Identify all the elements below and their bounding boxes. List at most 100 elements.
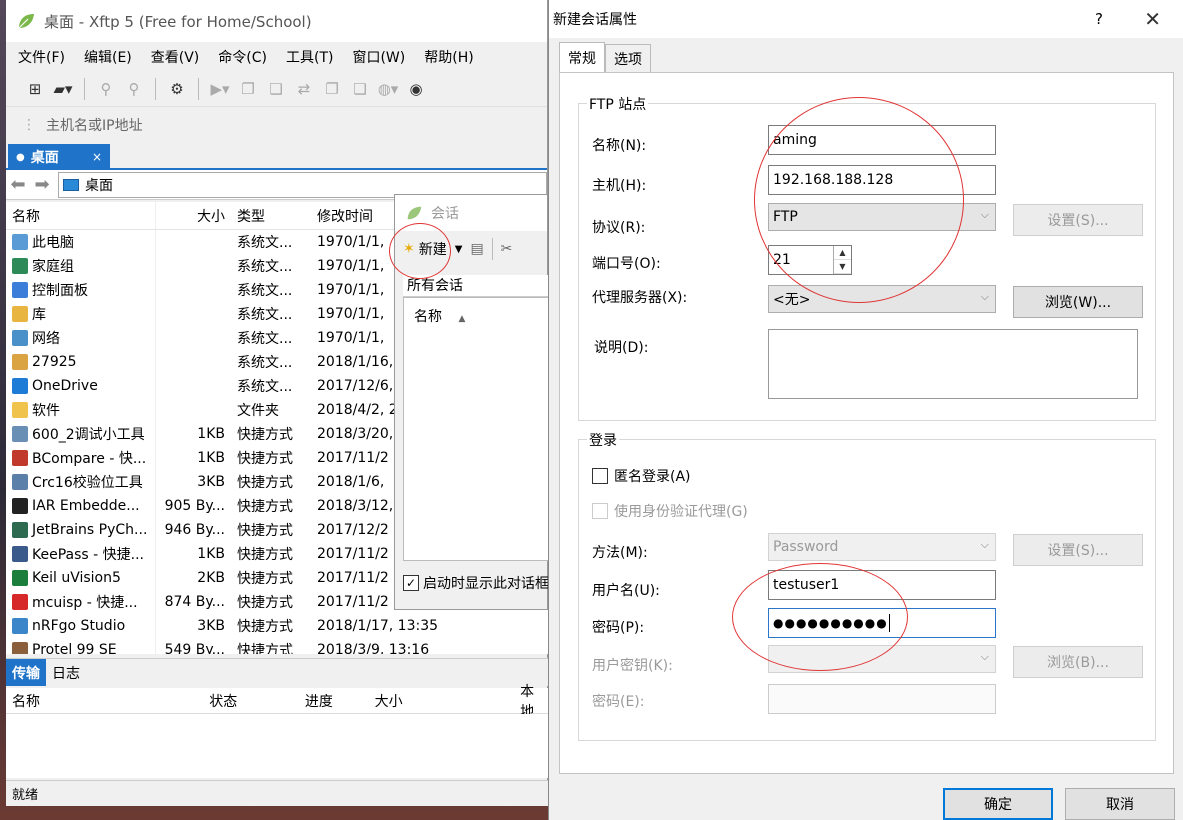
save-icon[interactable]: ▤ xyxy=(470,241,483,257)
connect-icon[interactable]: ⚲ xyxy=(95,78,117,100)
file-row[interactable]: nRFgo Studio 3KB 快捷方式 2018/1/17, 13:35 xyxy=(6,614,548,638)
tab-transfer[interactable]: 传输 xyxy=(6,659,46,686)
menu-help[interactable]: 帮助(H) xyxy=(412,47,480,67)
startup-checkbox[interactable]: ✓ 启动时显示此对话框 xyxy=(403,573,549,593)
ok-button[interactable]: 确定 xyxy=(943,788,1053,820)
anonymous-check-icon[interactable] xyxy=(592,468,608,484)
transfer-col-status[interactable]: 状态 xyxy=(205,691,301,711)
file-name-cell: nRFgo Studio xyxy=(6,614,156,638)
keepass-icon xyxy=(12,546,28,562)
help-icon[interactable]: ? xyxy=(1095,10,1103,28)
address-input[interactable]: 主机名或IP地址 xyxy=(46,115,143,135)
col-size[interactable]: 大小 xyxy=(156,206,231,226)
cancel-button[interactable]: 取消 xyxy=(1065,788,1175,820)
host-input[interactable]: 192.168.188.128 xyxy=(768,165,996,195)
proxy-select[interactable]: <无> ⌵ xyxy=(768,285,996,313)
props-titlebar[interactable]: 新建会话属性 ? ✕ xyxy=(549,0,1183,38)
close-icon[interactable]: ✕ xyxy=(1144,7,1161,31)
method-select[interactable]: Password ⌵ xyxy=(768,533,996,561)
tab-close-icon[interactable]: × xyxy=(92,150,102,164)
proxy-value: <无> xyxy=(773,292,811,308)
compare-icon[interactable]: ❏ xyxy=(349,78,371,100)
cut-icon[interactable]: ✂ xyxy=(501,241,513,257)
port-input[interactable]: 21 ▲ ▼ xyxy=(768,245,852,275)
duplicate-icon[interactable]: ❐ xyxy=(321,78,343,100)
file-name-cell: IAR Embedde... xyxy=(6,494,156,518)
passphrase-input[interactable] xyxy=(768,684,996,714)
stepper-up-icon[interactable]: ▲ xyxy=(834,246,851,260)
port-stepper[interactable]: ▲ ▼ xyxy=(833,246,851,274)
file-size: 1KB xyxy=(197,450,225,466)
file-name-cell: OneDrive xyxy=(6,374,156,398)
tab-log[interactable]: 日志 xyxy=(46,659,86,686)
session-properties-dialog: 新建会话属性 ? ✕ 常规 选项 FTP 站点 名称(N): aming 主机(… xyxy=(548,0,1183,820)
anonymous-checkbox[interactable]: 匿名登录(A) xyxy=(592,466,691,486)
startup-label: 启动时显示此对话框 xyxy=(423,576,549,592)
auth-agent-label: 使用身份验证代理(G) xyxy=(614,504,748,520)
file-name-cell: KeePass - 快捷... xyxy=(6,542,156,566)
disconnect-icon[interactable]: ⚲ xyxy=(123,78,145,100)
file-row[interactable]: Protel 99 SE 549 By... 快捷方式 2018/3/9, 13:16 xyxy=(6,638,548,654)
password-input[interactable]: ●●●●●●●●●● xyxy=(768,608,996,638)
transfer-icon[interactable]: ▶▾ xyxy=(209,78,231,100)
transfer-col-progress[interactable]: 进度 xyxy=(301,691,371,711)
stepper-down-icon[interactable]: ▼ xyxy=(834,260,851,274)
username-input[interactable]: testuser1 xyxy=(768,570,996,600)
open-folder-icon[interactable]: ▰▾ xyxy=(52,78,74,100)
tab-strip: ● 桌面 × xyxy=(6,142,547,170)
menu-edit[interactable]: 编辑(E) xyxy=(72,47,139,67)
col-name[interactable]: 名称 xyxy=(6,202,156,229)
tab-options[interactable]: 选项 xyxy=(605,44,651,72)
transfer-col-name[interactable]: 名称 xyxy=(6,691,205,711)
session-list[interactable]: 名称 ▲ xyxy=(403,297,549,561)
globe-icon[interactable]: ◍▾ xyxy=(377,78,399,100)
xshell-icon[interactable]: ◉ xyxy=(405,78,427,100)
new-session-icon[interactable]: ⊞ xyxy=(24,78,46,100)
name-label: 名称(N): xyxy=(592,138,647,154)
session-col-name[interactable]: 名称 ▲ xyxy=(404,298,548,326)
menu-command[interactable]: 命令(C) xyxy=(206,47,274,67)
mcuisp-icon xyxy=(12,594,28,610)
back-arrow-icon[interactable]: ⬅ xyxy=(6,174,30,195)
user-key-browse-button[interactable]: 浏览(B)... xyxy=(1013,646,1143,678)
refresh-icon[interactable]: ⇄ xyxy=(293,78,315,100)
menu-window[interactable]: 窗口(W) xyxy=(340,47,412,67)
auth-agent-checkbox[interactable]: 使用身份验证代理(G) xyxy=(592,501,748,521)
xftp-titlebar[interactable]: 桌面 - Xftp 5 (Free for Home/School) xyxy=(6,0,547,42)
copy-icon[interactable]: ❐ xyxy=(237,78,259,100)
menu-view[interactable]: 查看(V) xyxy=(139,47,207,67)
file-name: 控制面板 xyxy=(32,283,88,299)
description-label: 说明(D): xyxy=(594,340,649,356)
address-bar[interactable]: ⋮ 主机名或IP地址 xyxy=(6,106,547,142)
user-key-select[interactable]: ⌵ xyxy=(768,645,996,673)
new-dropdown-icon[interactable]: ▼ xyxy=(455,244,463,255)
auth-agent-check-icon[interactable] xyxy=(592,503,608,519)
file-size: 1KB xyxy=(197,546,225,562)
homegroup-icon xyxy=(12,258,28,274)
protocol-select[interactable]: FTP ⌵ xyxy=(768,203,996,231)
status-bar: 就绪 xyxy=(6,780,548,806)
menu-file[interactable]: 文件(F) xyxy=(6,47,72,67)
name-input[interactable]: aming xyxy=(768,125,996,155)
tool-shortcut-icon xyxy=(12,426,28,442)
new-session-star-icon: ✶ xyxy=(403,241,415,257)
session-titlebar[interactable]: 会话 xyxy=(395,195,547,231)
file-name: Keil uVision5 xyxy=(32,570,121,586)
new-session-button[interactable]: 新建 xyxy=(419,239,447,259)
proxy-browse-button[interactable]: 浏览(W)... xyxy=(1013,286,1143,318)
col-type[interactable]: 类型 xyxy=(231,206,311,226)
method-settings-button[interactable]: 设置(S)... xyxy=(1013,534,1143,566)
transfer-col-size[interactable]: 大小 xyxy=(371,691,520,711)
file-type: 文件夹 xyxy=(237,403,279,419)
startup-check-icon[interactable]: ✓ xyxy=(403,575,419,591)
description-input[interactable] xyxy=(768,329,1138,399)
menu-tools[interactable]: 工具(T) xyxy=(274,47,340,67)
properties-icon[interactable]: ⚙ xyxy=(166,78,188,100)
tab-desktop[interactable]: ● 桌面 × xyxy=(8,144,110,170)
paste-icon[interactable]: ❏ xyxy=(265,78,287,100)
file-name-cell: 网络 xyxy=(6,326,156,350)
protocol-settings-button[interactable]: 设置(S)... xyxy=(1013,204,1143,236)
tab-general[interactable]: 常规 xyxy=(559,42,605,72)
forward-arrow-icon[interactable]: ➡ xyxy=(30,174,54,195)
file-type: 快捷方式 xyxy=(237,427,293,443)
